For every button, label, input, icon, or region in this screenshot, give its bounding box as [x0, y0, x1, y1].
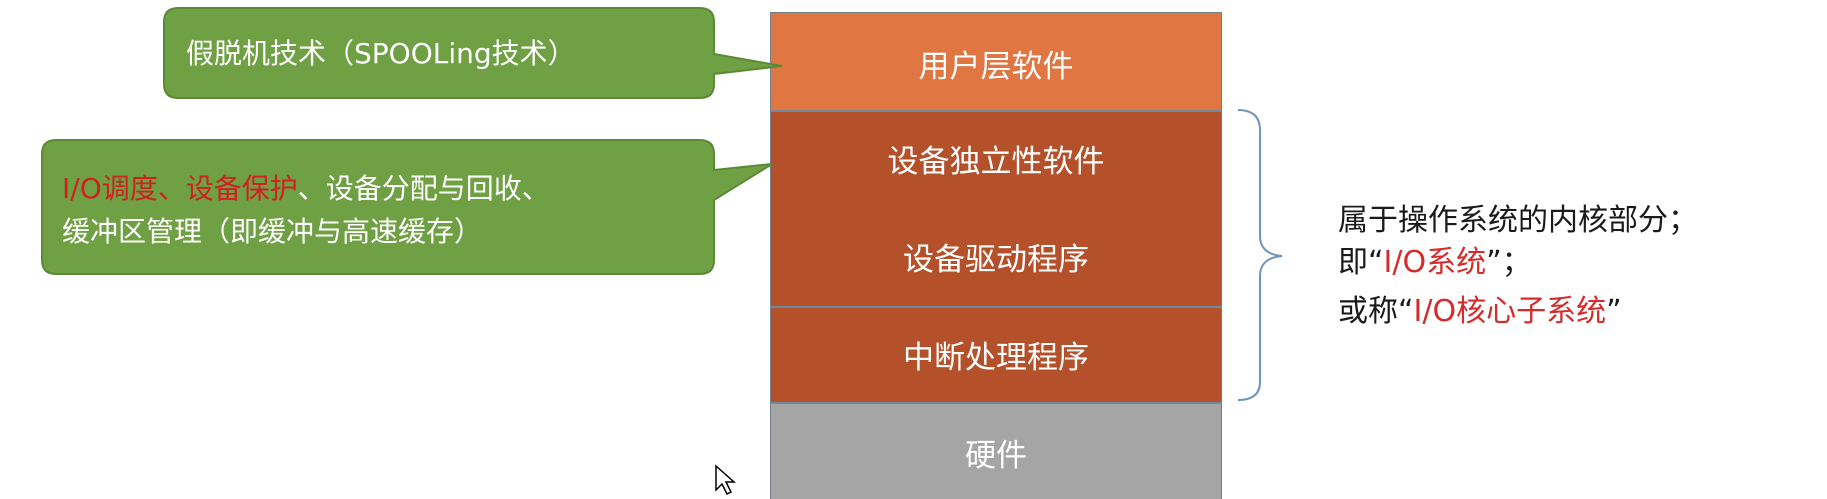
- annot3-suffix: ”: [1606, 294, 1622, 329]
- device-allocation-text: 、设备分配与回收、: [297, 172, 550, 205]
- io-core-subsystem-text: I/O核心子系统: [1413, 294, 1607, 329]
- io-services-callout-line2: 缓冲区管理（即缓冲与高速缓存）: [62, 215, 483, 248]
- annot2-prefix: 即“: [1338, 245, 1384, 280]
- kernel-brace: [1237, 109, 1283, 401]
- device-protection-text: 设备保护: [185, 172, 298, 205]
- kernel-annotation-line1: 属于操作系统的内核部分；: [1338, 203, 1698, 238]
- io-scheduling-text: I/O调度: [62, 172, 158, 205]
- kernel-annotation-line2: 即“I/O系统”；: [1338, 237, 1532, 281]
- kernel-annotation-line3: 或称“I/O核心子系统”: [1338, 286, 1622, 330]
- io-system-text: I/O系统: [1383, 245, 1487, 280]
- separator-text: 、: [157, 172, 186, 205]
- callout-middle-bubble: [41, 139, 773, 275]
- io-services-callout-line1: I/O调度、设备保护、设备分配与回收、: [62, 167, 550, 207]
- annot2-suffix: ”；: [1486, 245, 1532, 280]
- mouse-cursor-icon: [715, 464, 736, 496]
- spooling-callout-text: 假脱机技术（SPOOLing技术）: [186, 37, 576, 70]
- annot3-prefix: 或称“: [1338, 294, 1414, 329]
